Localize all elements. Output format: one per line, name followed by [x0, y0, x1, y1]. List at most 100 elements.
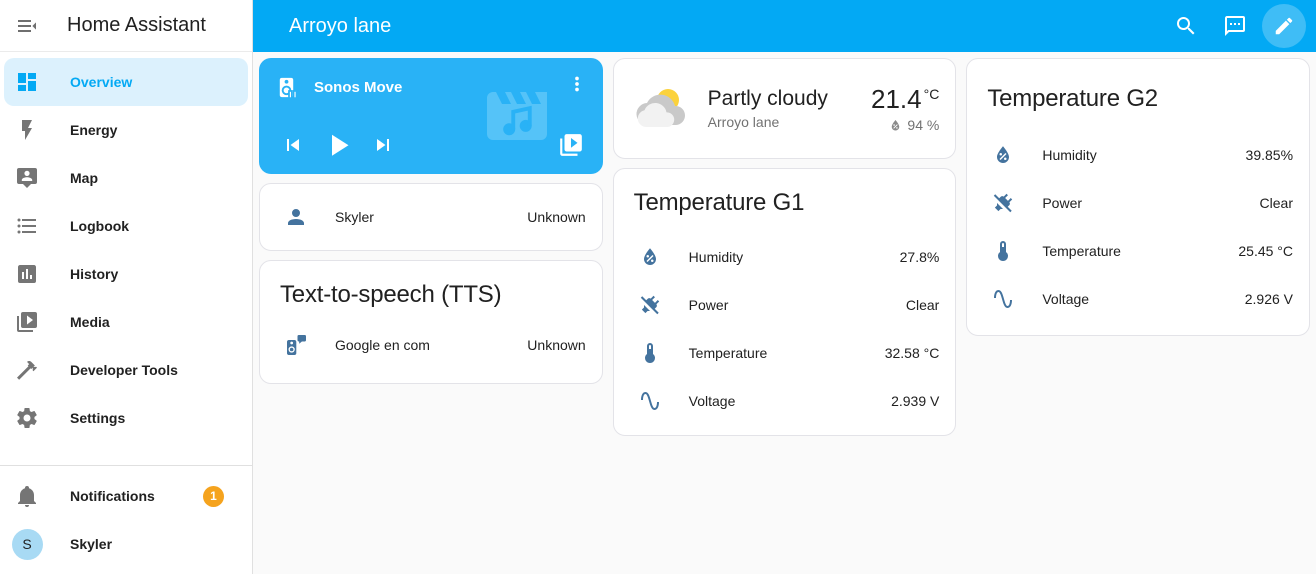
water-percent-icon [888, 118, 903, 133]
weather-location: Arroyo lane [707, 114, 780, 130]
entity-label: Voltage [688, 393, 736, 409]
sidebar-item-logbook[interactable]: Logbook [4, 202, 248, 250]
sidebar-item-overview[interactable]: Overview [4, 58, 248, 106]
sidebar-item-label: Settings [70, 410, 126, 426]
entity-label: Power [688, 297, 729, 313]
edit-dashboard-button[interactable] [1262, 4, 1306, 48]
sidebar-item-notifications[interactable]: Notifications 1 [4, 472, 248, 520]
weather-temperature: 21.4 °C [871, 84, 940, 114]
entity-row-temperature[interactable]: Temperature 25.45 °C [967, 227, 1309, 275]
entity-label: Skyler [335, 209, 374, 225]
column-2: Partly cloudy Arroyo lane 21.4 °C 94 % Te… [612, 58, 957, 436]
sidebar-item-label: Notifications [70, 488, 155, 504]
view-dashboard-icon [4, 70, 50, 94]
entity-label: Power [1042, 195, 1083, 211]
power-plug-off-icon [630, 293, 670, 317]
sidebar-toggle-button[interactable] [0, 14, 54, 38]
weather-card[interactable]: Partly cloudy Arroyo lane 21.4 °C 94 % [612, 58, 957, 159]
media-player-name: Sonos Move [314, 78, 403, 96]
temperature-g1-card: Temperature G1 Humidity 27.8% Power Clea… [612, 168, 957, 436]
format-list-bulleted-icon [4, 214, 50, 238]
play-box-multiple-icon [4, 310, 50, 334]
entity-row-power[interactable]: Power Clear [967, 179, 1309, 227]
entity-state: 27.8% [899, 249, 940, 265]
sidebar-item-label: Logbook [70, 218, 130, 234]
person-card: Skyler Unknown [259, 183, 603, 251]
app-title: Home Assistant [67, 14, 206, 36]
edit-pencil-icon [1273, 15, 1295, 37]
entity-label: Temperature [688, 345, 768, 361]
sine-wave-icon [983, 287, 1023, 311]
speaker-pause-icon [275, 76, 298, 99]
play-button[interactable] [315, 124, 360, 166]
water-percent-icon [630, 245, 670, 269]
sidebar-item-map[interactable]: Map [4, 154, 248, 202]
sidebar-nav: Overview Energy Map Logbook History Medi… [0, 52, 252, 465]
sidebar-item-energy[interactable]: Energy [4, 106, 248, 154]
entity-state: 32.58 °C [884, 345, 940, 361]
browse-media-icon [558, 132, 584, 158]
temperature-unit: °C [923, 86, 940, 102]
entity-label: Temperature [1042, 243, 1121, 259]
skip-previous-button[interactable] [270, 124, 315, 166]
card-title: Text-to-speech (TTS) [280, 281, 502, 308]
weather-humidity: 94 % [871, 117, 939, 133]
browse-media-button[interactable] [551, 126, 591, 164]
media-controls [270, 124, 405, 166]
skip-next-button[interactable] [360, 124, 405, 166]
avatar: S [11, 528, 43, 560]
entity-row-power[interactable]: Power Clear [614, 281, 956, 329]
sidebar-item-label: Map [70, 170, 98, 186]
entity-state: Unknown [527, 337, 586, 353]
thermometer-icon [983, 239, 1023, 263]
account-icon [276, 205, 316, 229]
cog-icon [4, 406, 50, 430]
entity-label: Humidity [1042, 147, 1097, 163]
entity-row-humidity[interactable]: Humidity 39.85% [967, 131, 1309, 179]
entity-label: Voltage [1042, 291, 1090, 307]
tooltip-account-icon [4, 166, 50, 190]
media-menu-button[interactable] [559, 66, 595, 102]
chart-box-icon [4, 262, 50, 286]
entity-label: Humidity [688, 249, 744, 265]
page-title: Arroyo lane [289, 14, 392, 37]
sidebar-item-settings[interactable]: Settings [4, 394, 248, 442]
lightning-bolt-icon [4, 118, 50, 142]
sidebar-item-media[interactable]: Media [4, 298, 248, 346]
speaker-message-icon [276, 333, 316, 357]
temperature-g2-card: Temperature G2 Humidity 39.85% Power Cle… [966, 58, 1311, 336]
sidebar-item-history[interactable]: History [4, 250, 248, 298]
partly-cloudy-icon [630, 81, 690, 137]
person-row[interactable]: Skyler Unknown [260, 193, 602, 241]
sidebar-item-developer-tools[interactable]: Developer Tools [4, 346, 248, 394]
card-title: Temperature G2 [987, 85, 1158, 112]
sidebar-item-label: Media [70, 314, 110, 330]
column-3: Temperature G2 Humidity 39.85% Power Cle… [966, 58, 1311, 336]
play-icon [320, 127, 356, 163]
sidebar-header: Home Assistant [0, 0, 252, 52]
entity-state: 2.939 V [891, 393, 940, 409]
assist-chat-icon [1223, 14, 1247, 38]
entity-state: 25.45 °C [1238, 243, 1294, 259]
bell-icon [4, 484, 50, 508]
sidebar-item-label: Overview [70, 74, 133, 90]
entity-row-temperature[interactable]: Temperature 32.58 °C [614, 329, 956, 377]
dots-vertical-icon [566, 73, 588, 95]
dashboard-content: Sonos Move Skyler Unknown Text-to-speech… [253, 52, 1316, 574]
sidebar-item-label: Energy [70, 122, 118, 138]
entity-row-humidity[interactable]: Humidity 27.8% [614, 233, 956, 281]
header-actions [1164, 4, 1306, 48]
media-player-card[interactable]: Sonos Move [259, 58, 603, 174]
search-icon [1174, 14, 1198, 38]
entity-row-voltage[interactable]: Voltage 2.939 V [614, 377, 956, 425]
card-title: Temperature G1 [633, 189, 805, 216]
tts-entity-row[interactable]: Google en com Unknown [260, 321, 602, 369]
search-button[interactable] [1164, 4, 1208, 48]
entity-label: Google en com [335, 337, 430, 353]
tts-card: Text-to-speech (TTS) Google en com Unkno… [259, 260, 603, 384]
sidebar-item-profile[interactable]: S Skyler [4, 520, 248, 568]
sine-wave-icon [630, 389, 670, 413]
entity-row-voltage[interactable]: Voltage 2.926 V [967, 275, 1309, 323]
assist-button[interactable] [1213, 4, 1257, 48]
app-header: Arroyo lane [253, 0, 1316, 52]
